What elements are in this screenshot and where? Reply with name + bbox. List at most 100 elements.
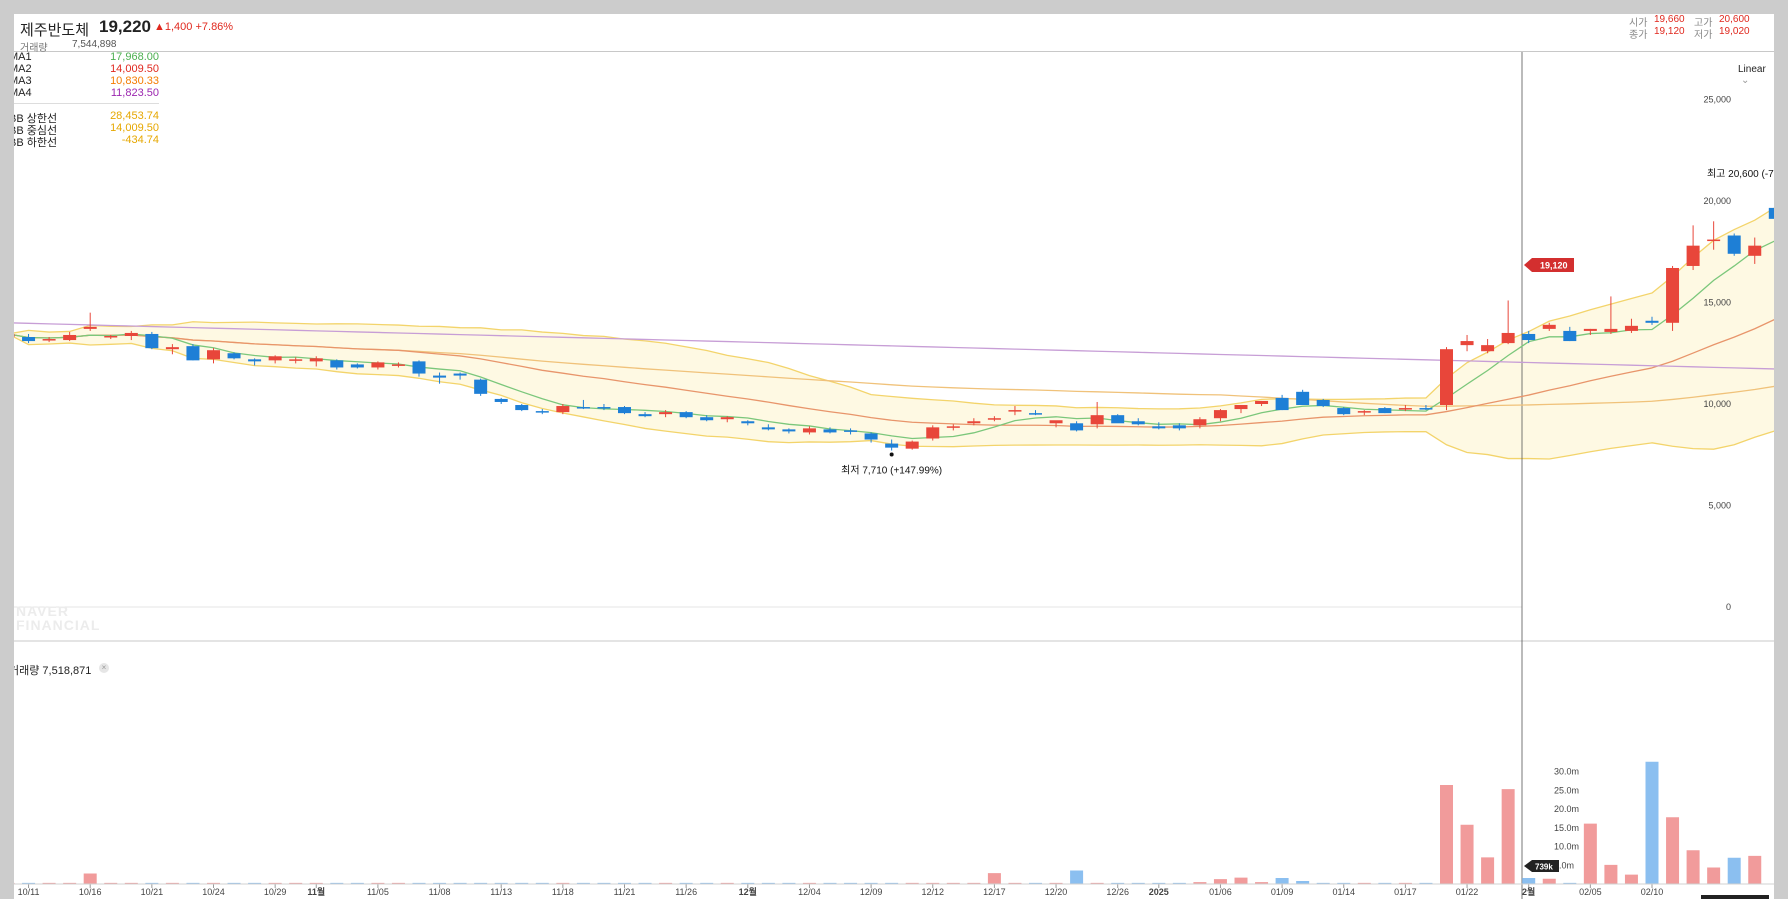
volume-bar [987,873,1001,884]
volume-bar [1624,874,1638,884]
x-tick-label: 2월 [1522,886,1535,897]
x-tick-label: 10/29 [264,887,287,897]
candle-body [412,361,426,374]
x-tick-label: 11/26 [675,887,697,897]
legend-label-ma2: MA2 [14,63,32,75]
volume-tick-label: 15.0m [1554,823,1579,833]
scale-mode-dropdown[interactable]: Linear ⌄ [1738,64,1774,86]
candle-body [905,441,919,449]
legend-value-bb-lower: -434.74 [121,134,159,146]
candle-body [165,347,179,350]
watermark: NAVER FINANCIAL [16,604,100,632]
chevron-down-icon: ⌄ [1741,75,1750,86]
candle-body [700,417,714,421]
candle-body [1357,411,1371,413]
volume-bar [1542,878,1556,884]
candle-body [638,414,652,417]
legend-value-bb-upper: 28,453.74 [110,110,159,122]
close-icon[interactable]: × [99,663,109,673]
volume-bar [1070,870,1084,884]
candle-body [1624,325,1638,331]
close-value: 19,120 [1654,26,1685,37]
x-tick-label: 12/09 [860,887,883,897]
stock-price: 19,220 [99,17,151,36]
candle-body [864,433,878,440]
candle-body [1604,328,1618,332]
candle-body [1501,332,1515,344]
volume-tick-label: 30.0m [1554,767,1579,777]
y-tick-label: 15,000 [1703,298,1731,308]
x-tick-label: 11/13 [490,887,512,897]
legend-label-ma3: MA3 [14,75,32,87]
candle-body [946,426,960,428]
x-tick-label: 02/10 [1641,887,1664,897]
candle-body [227,353,241,359]
current-price-tag: 19,120 [1524,258,1574,272]
volume-bar [1645,761,1659,884]
close-label: 종가 [1629,30,1648,41]
x-tick-label: 11월 [307,886,325,897]
candle-body [1090,415,1104,425]
candle-body [1481,345,1495,352]
y-tick-label: 20,000 [1703,196,1731,206]
volume-bar [1583,823,1597,884]
candle-body [207,350,220,360]
candle-body [1213,410,1227,419]
candle-body [618,407,631,414]
candle-body [1748,245,1762,256]
candle-body [371,362,385,368]
volume-value: 7,544,898 [72,39,117,50]
legend-value-ma4: 11,823.50 [110,87,159,99]
candle-body [453,373,467,376]
candle-body [289,359,303,361]
x-tick-label: 12월 [739,886,757,897]
candle-body [844,430,858,432]
volume-bar [1481,857,1495,884]
volume-tick-label: 10.0m [1554,842,1579,852]
candle-body [802,428,816,433]
x-tick-label: 01/14 [1332,887,1355,897]
x-tick-label: 12/20 [1045,887,1068,897]
legend-value-ma2: 14,009.50 [110,63,159,75]
legend-value-bb-middle: 14,009.50 [110,122,159,134]
x-tick-label: 01/22 [1456,887,1479,897]
high-annotation: 최고 20,600 (-7.18%) [1707,168,1774,180]
price-change: ▲1,400 +7.86% [154,21,234,33]
candle-body [1419,408,1433,410]
stock-name: 제주반도체 [20,22,90,39]
price-chart[interactable]: 05,00010,00015,00020,00025,0005.0m10.0m1… [14,14,1774,899]
candle-body [1666,267,1680,323]
watermark-line-1: NAVER [16,603,69,619]
candle-body [268,356,282,361]
candle-body [1172,425,1186,429]
x-tick-label: 12/12 [921,887,944,897]
candle-body [1563,330,1577,342]
x-tick-label: 12/26 [1106,887,1129,897]
volume-bar [1604,864,1618,884]
candle-body [1131,421,1145,425]
open-value: 19,660 [1654,14,1685,25]
candle-body [1707,239,1721,242]
legend-divider [14,103,159,104]
x-tick-label: 01/09 [1271,887,1294,897]
candle-body [104,335,118,338]
candle-body [1111,415,1125,424]
stock-header: 제주반도체 19,220 ▲1,400 +7.86% 거래량 7,544,898… [14,14,1774,54]
volume-bar [1501,789,1515,884]
candle-body [761,427,775,430]
candle-body [42,339,56,341]
x-tick-label: 11/08 [429,887,451,897]
x-tick-label: 12/04 [798,887,821,897]
legend-label-ma4: MA4 [14,87,32,99]
current-volume-tag: 739k [1524,860,1559,872]
candle-body [926,427,940,439]
scale-mode-label: Linear [1738,64,1766,75]
candle-body [1296,391,1310,406]
candle-body [83,326,97,329]
volume-bar [1275,878,1289,884]
candle-body [823,429,837,433]
candle-body [1440,349,1453,406]
x-tick-label: 11/05 [367,887,389,897]
candle-body [1645,320,1659,323]
watermark-line-2: FINANCIAL [16,617,101,633]
